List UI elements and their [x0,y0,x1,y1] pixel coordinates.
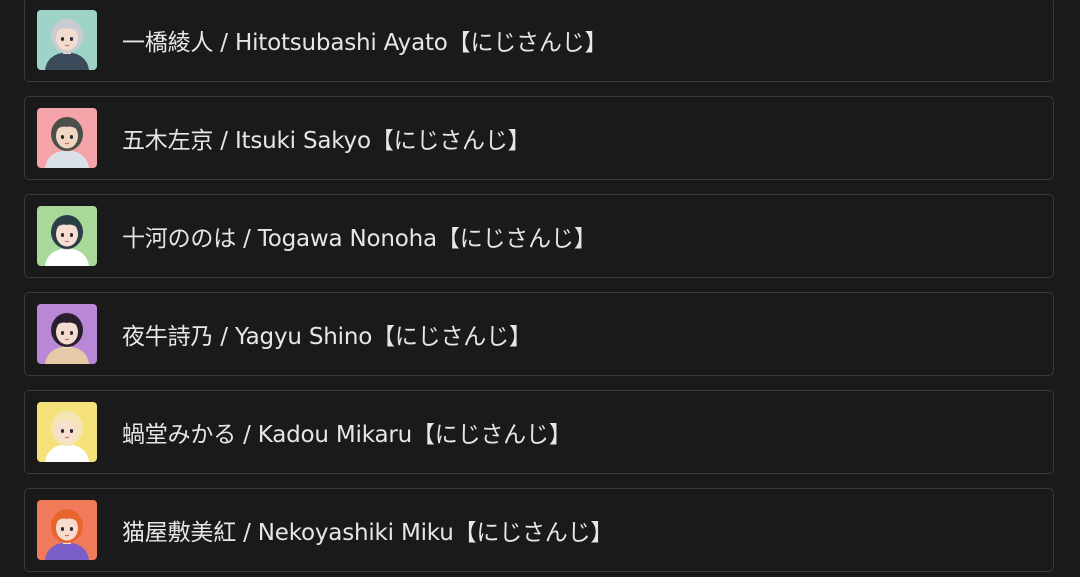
avatar-hitotsubashi-ayato [37,10,97,70]
avatar-nekoyashiki-miku [37,500,97,560]
avatar-yagyu-shino [37,304,97,364]
list-item[interactable]: 五木左京 / Itsuki Sakyo【にじさんじ】 [24,96,1054,180]
item-label: 五木左京 / Itsuki Sakyo【にじさんじ】 [122,128,531,154]
vtuber-list: 一橋綾人 / Hitotsubashi Ayato【にじさんじ】 五木左京 / … [0,0,1080,577]
list-item[interactable]: 蝸堂みかる / Kadou Mikaru【にじさんじ】 [24,390,1054,474]
list-item[interactable]: 夜牛詩乃 / Yagyu Shino【にじさんじ】 [24,292,1054,376]
avatar-kadou-mikaru [37,402,97,462]
list-item[interactable]: 十河ののは / Togawa Nonoha【にじさんじ】 [24,194,1054,278]
avatar-itsuki-sakyo [37,108,97,168]
item-label: 蝸堂みかる / Kadou Mikaru【にじさんじ】 [122,422,572,448]
list-item[interactable]: 一橋綾人 / Hitotsubashi Ayato【にじさんじ】 [24,0,1054,82]
item-label: 夜牛詩乃 / Yagyu Shino【にじさんじ】 [122,324,532,350]
list-item[interactable]: 猫屋敷美紅 / Nekoyashiki Miku【にじさんじ】 [24,488,1054,572]
item-label: 猫屋敷美紅 / Nekoyashiki Miku【にじさんじ】 [122,520,614,546]
avatar-togawa-nonoha [37,206,97,266]
item-label: 十河ののは / Togawa Nonoha【にじさんじ】 [122,226,597,252]
item-label: 一橋綾人 / Hitotsubashi Ayato【にじさんじ】 [122,30,608,56]
